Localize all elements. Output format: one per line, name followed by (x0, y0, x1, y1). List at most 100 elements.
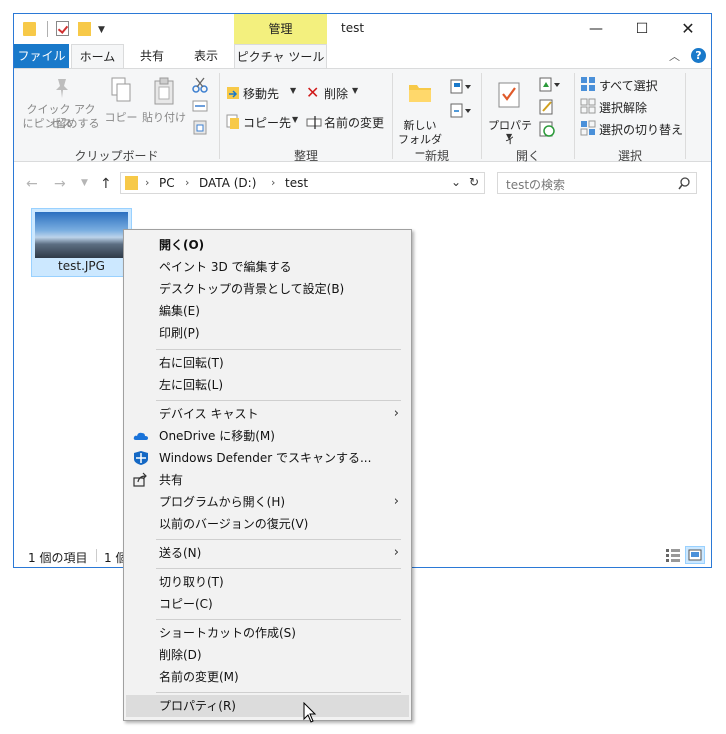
menu-item-rotate-left[interactable]: 左に回転(L) (126, 374, 409, 396)
chevron-down-icon: ▼ (292, 115, 299, 124)
menu-item-set-desktop-bg[interactable]: デスクトップの背景として設定(B) (126, 278, 409, 300)
details-view-icon[interactable] (665, 548, 681, 562)
collapse-ribbon-icon[interactable]: ︿ (669, 48, 680, 64)
forward-arrow-icon[interactable]: → (54, 176, 66, 192)
tab-view[interactable]: 表示 (186, 44, 226, 68)
menu-item-create-shortcut[interactable]: ショートカットの作成(S) (126, 622, 409, 644)
new-folder-button[interactable]: 新しい フォルダー (396, 75, 444, 160)
select-none-label: 選択解除 (599, 101, 648, 115)
recent-locations-icon[interactable]: ▼ (81, 178, 88, 188)
large-icons-view-button[interactable] (685, 546, 705, 564)
select-none-icon (580, 98, 596, 114)
copy-button[interactable]: コピー (104, 75, 138, 135)
defender-shield-icon (134, 451, 148, 465)
menu-separator (156, 692, 401, 693)
menu-item-rotate-right[interactable]: 右に回転(T) (126, 352, 409, 374)
pin-quick-access-button[interactable]: クイック アクセス にピン留めする (22, 75, 100, 135)
menu-item-send-to[interactable]: 送る(N) › (126, 542, 409, 564)
menu-separator (156, 619, 401, 620)
maximize-button[interactable]: ☐ (619, 14, 665, 44)
move-to-button[interactable]: 移動先 ▼ (224, 83, 298, 103)
menu-item-paint3d[interactable]: ペイント 3D で編集する (126, 256, 409, 278)
menu-separator (156, 349, 401, 350)
move-to-icon (227, 87, 239, 99)
menu-item-copy[interactable]: コピー(C) (126, 593, 409, 615)
close-button[interactable]: ✕ (665, 14, 711, 44)
tab-picture-tools[interactable]: ピクチャ ツール (234, 44, 327, 69)
submenu-arrow-icon: › (393, 494, 399, 509)
context-tab-group-title: 管理 (234, 14, 327, 44)
menu-item-rename[interactable]: 名前の変更(M) (126, 666, 409, 688)
copy-icon (111, 77, 131, 102)
delete-x-icon: ✕ (306, 83, 320, 102)
new-folder-qat-icon[interactable] (78, 22, 91, 36)
menu-separator (156, 400, 401, 401)
edit-icon[interactable] (539, 99, 555, 115)
up-arrow-icon[interactable]: ↑ (100, 176, 112, 192)
history-icon[interactable] (539, 121, 555, 137)
tab-file[interactable]: ファイル (14, 44, 69, 68)
menu-item-onedrive[interactable]: OneDrive に移動(M) (126, 425, 409, 447)
menu-separator (156, 568, 401, 569)
address-bar[interactable]: › PC › DATA (D:) › test ⌄ ↻ (120, 172, 485, 194)
menu-item-open-with[interactable]: プログラムから開く(H) › (126, 491, 409, 513)
tab-share[interactable]: 共有 (132, 44, 172, 68)
group-divider (685, 73, 686, 159)
breadcrumb-separator-icon: › (145, 176, 150, 189)
menu-item-properties[interactable]: プロパティ(R) (126, 695, 409, 717)
tab-home[interactable]: ホーム (71, 44, 124, 69)
address-dropdown-icon[interactable]: ⌄ (451, 175, 461, 189)
breadcrumb-test[interactable]: test (285, 176, 308, 190)
breadcrumb-separator-icon: › (271, 176, 276, 189)
easy-access-icon[interactable] (450, 103, 472, 119)
chevron-down-icon: ▼ (352, 86, 359, 95)
image-thumbnail (35, 212, 128, 258)
ribbon: クイック アクセス にピン留めする コピー 貼り付け クリップボード 移動先 ▼… (14, 68, 711, 163)
menu-item-defender-scan[interactable]: Windows Defender でスキャンする... (126, 447, 409, 469)
large-icons-view-icon (688, 549, 702, 561)
rename-icon (306, 116, 322, 129)
help-icon[interactable]: ? (691, 48, 706, 63)
paste-label: 貼り付け (142, 111, 186, 124)
minimize-button[interactable]: — (573, 14, 619, 44)
new-item-icon[interactable] (450, 79, 472, 95)
menu-item-restore-versions[interactable]: 以前のバージョンの復元(V) (126, 513, 409, 535)
move-to-label: 移動先 (243, 87, 280, 101)
menu-item-cut[interactable]: 切り取り(T) (126, 571, 409, 593)
breadcrumb-drive[interactable]: DATA (D:) (199, 176, 256, 190)
menu-item-cast-to-device[interactable]: デバイス キャスト › (126, 403, 409, 425)
invert-selection-button[interactable]: 選択の切り替え (580, 119, 706, 137)
copy-path-icon[interactable] (192, 99, 208, 113)
rename-label: 名前の変更 (324, 116, 385, 130)
rename-button[interactable]: 名前の変更 (304, 112, 386, 132)
copy-to-button[interactable]: コピー先 ▼ (224, 112, 300, 132)
select-none-button[interactable]: 選択解除 (580, 97, 700, 115)
menu-item-print[interactable]: 印刷(P) (126, 322, 409, 344)
invert-selection-icon (580, 120, 596, 136)
refresh-icon[interactable]: ↻ (469, 175, 479, 189)
back-arrow-icon[interactable]: ← (26, 176, 38, 192)
menu-item-open[interactable]: 開く(O) (126, 234, 409, 256)
select-all-button[interactable]: すべて選択 (580, 75, 700, 93)
qat-customize-icon[interactable]: ▼ (98, 25, 105, 35)
scissors-icon[interactable] (192, 77, 208, 93)
search-input[interactable]: testの検索 (497, 172, 697, 194)
search-placeholder: testの検索 (506, 178, 566, 192)
file-item[interactable]: test.JPG (31, 208, 132, 277)
menu-item-share[interactable]: 共有 (126, 469, 409, 491)
properties-qat-icon[interactable] (56, 21, 69, 36)
paste-shortcut-icon[interactable] (192, 119, 208, 135)
breadcrumb-pc[interactable]: PC (159, 176, 175, 190)
properties-ribbon-button[interactable]: プロパティ ▼ (484, 75, 536, 146)
search-icon[interactable] (678, 177, 691, 190)
status-divider (96, 549, 97, 562)
chevron-down-icon: ▼ (290, 86, 297, 95)
folder-icon (23, 22, 36, 36)
menu-item-edit[interactable]: 編集(E) (126, 300, 409, 322)
paste-button[interactable]: 貼り付け (142, 75, 186, 135)
open-icon[interactable] (539, 77, 561, 93)
new-folder-label-1: 新しい (403, 119, 437, 132)
context-menu: 開く(O) ペイント 3D で編集する デスクトップの背景として設定(B) 編集… (123, 229, 412, 721)
delete-button[interactable]: ✕ 削除 ▼ (304, 83, 366, 103)
menu-item-delete[interactable]: 削除(D) (126, 644, 409, 666)
